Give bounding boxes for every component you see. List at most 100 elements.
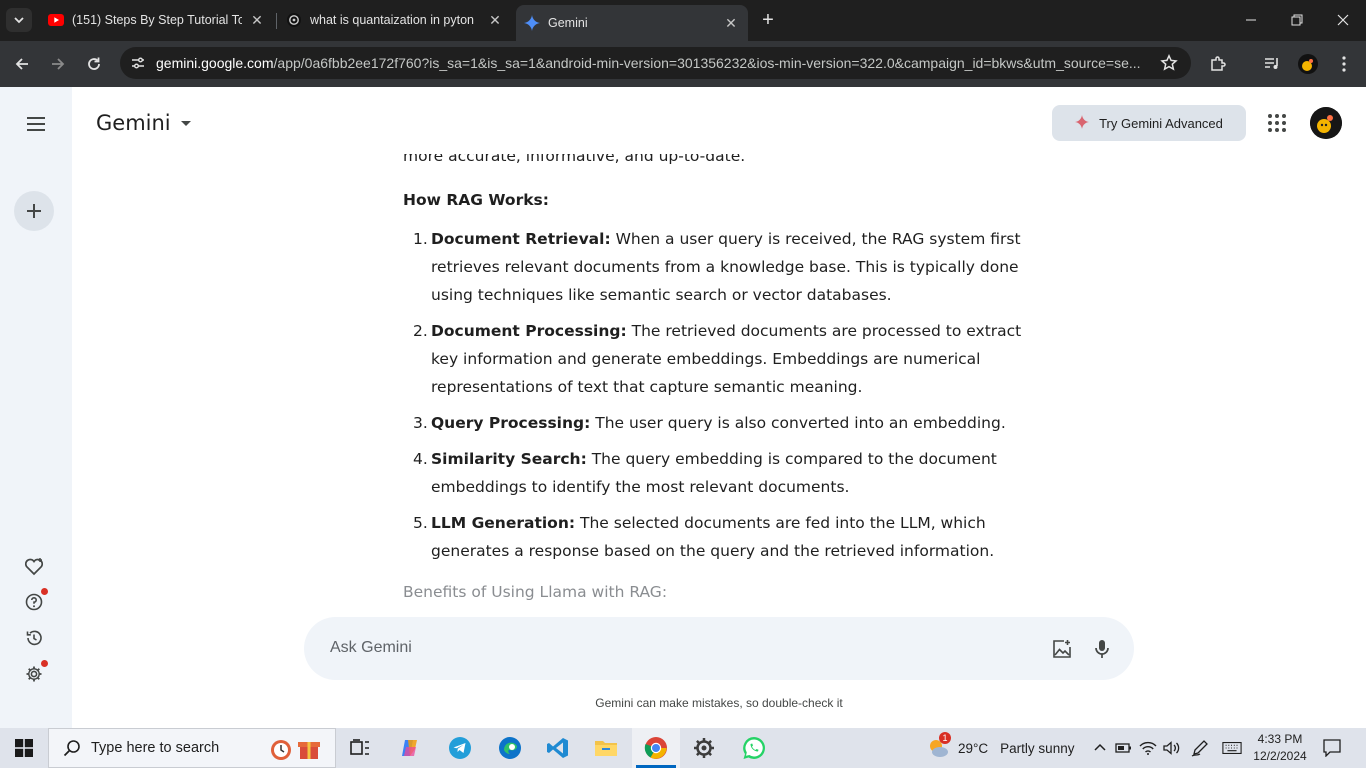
search-placeholder: Type here to search — [91, 740, 220, 756]
close-icon — [1337, 14, 1349, 26]
upload-image-button[interactable] — [1049, 636, 1075, 662]
url-path: /app/0a6fbb2ee172f760?is_sa=1&is_sa=1&an… — [273, 55, 1141, 71]
new-chat-button[interactable] — [14, 191, 54, 231]
close-window-button[interactable] — [1320, 0, 1366, 40]
step-text: The user query is also converted into an… — [590, 414, 1006, 432]
taskbar-file-explorer[interactable] — [582, 728, 630, 768]
tab-search-button[interactable] — [6, 8, 32, 32]
model-switcher[interactable]: Gemini — [96, 111, 191, 135]
chrome-icon — [644, 737, 667, 759]
copilot-icon — [402, 740, 417, 756]
taskbar-search[interactable]: Type here to search — [48, 728, 336, 768]
keyboard-icon[interactable] — [1222, 738, 1242, 758]
help-button[interactable] — [22, 588, 48, 614]
prompt-bar — [304, 617, 1134, 680]
search-icon — [63, 740, 80, 757]
weather-description: Partly sunny — [1000, 740, 1075, 756]
windows-taskbar: Type here to search 1 29°C Partly sunny — [0, 728, 1366, 768]
step-number: 1. — [413, 230, 428, 248]
disclaimer-text: Gemini can make mistakes, so double-chec… — [595, 696, 843, 710]
task-view-button[interactable] — [336, 728, 384, 768]
reload-button[interactable] — [80, 50, 108, 78]
prompt-input[interactable] — [330, 635, 1010, 661]
taskbar-settings[interactable] — [680, 728, 728, 768]
tab-title: (151) Steps By Step Tutorial To I — [72, 13, 242, 27]
taskbar-telegram[interactable] — [436, 728, 484, 768]
step-number: 3. — [413, 414, 428, 432]
list-item: 5. LLM Generation: The selected document… — [403, 509, 1043, 565]
tab-title: Gemini — [548, 16, 588, 30]
browser-menu-button[interactable] — [1330, 50, 1358, 78]
back-button[interactable] — [8, 50, 36, 78]
step-number: 5. — [413, 514, 428, 532]
step-number: 4. — [413, 450, 428, 468]
new-tab-button[interactable]: + — [756, 8, 780, 32]
step-number: 2. — [413, 322, 428, 340]
next-section-heading: Benefits of Using Llama with RAG: — [403, 583, 668, 601]
microphone-button[interactable] — [1090, 636, 1114, 662]
site-settings-icon[interactable] — [124, 49, 152, 77]
system-clock[interactable]: 4:33 PM 12/2/2024 — [1248, 731, 1312, 765]
gemini-app: Gemini Try Gemini Advanced more accurate… — [0, 87, 1366, 728]
gear-icon — [26, 666, 42, 682]
close-icon[interactable]: ✕ — [722, 14, 740, 32]
notification-dot — [41, 660, 48, 667]
tab-youtube[interactable]: (151) Steps By Step Tutorial To I ✕ — [40, 5, 274, 35]
pen-icon[interactable] — [1190, 738, 1210, 758]
vscode-icon — [547, 738, 568, 758]
main-menu-button[interactable] — [18, 106, 54, 142]
list-item: 1. Document Retrieval: When a user query… — [403, 225, 1043, 309]
restore-button[interactable] — [1274, 0, 1320, 40]
google-apps-grid-icon[interactable] — [1266, 111, 1290, 135]
extensions-button[interactable] — [1204, 50, 1232, 78]
profile-button[interactable] — [1294, 50, 1322, 78]
battery-icon[interactable] — [1114, 738, 1134, 758]
address-bar[interactable]: gemini.google.com/app/0a6fbb2ee172f760?i… — [120, 47, 1191, 79]
gem-manager-button[interactable] — [22, 555, 46, 579]
media-controls-button[interactable] — [1258, 50, 1286, 78]
show-hidden-icons-button[interactable] — [1090, 738, 1110, 758]
taskbar-copilot[interactable] — [386, 728, 434, 768]
weather-badge: 1 — [939, 732, 951, 744]
arrow-right-icon — [52, 58, 65, 70]
close-icon[interactable]: ✕ — [248, 11, 266, 29]
avatar-icon — [1310, 107, 1342, 139]
clock-time: 4:33 PM — [1257, 732, 1303, 746]
bookmark-star-icon[interactable] — [1157, 51, 1181, 75]
taskbar-edge[interactable] — [486, 728, 534, 768]
chatgpt-icon — [286, 12, 302, 28]
list-item: 4. Similarity Search: The query embeddin… — [403, 445, 1043, 501]
activity-button[interactable] — [22, 626, 46, 650]
wifi-icon[interactable] — [1138, 738, 1158, 758]
tab-gemini[interactable]: Gemini ✕ — [516, 5, 748, 41]
try-advanced-label: Try Gemini Advanced — [1099, 115, 1223, 131]
weather-temperature: 29°C — [958, 740, 989, 756]
step-label: LLM Generation: — [431, 514, 576, 532]
chevron-up-icon — [1094, 743, 1106, 751]
windows-logo-icon — [15, 739, 33, 757]
tab-separator — [276, 13, 277, 29]
notifications-button[interactable] — [1322, 738, 1342, 758]
minimize-button[interactable] — [1228, 0, 1274, 40]
close-icon[interactable]: ✕ — [486, 11, 504, 29]
try-gemini-advanced-button[interactable]: Try Gemini Advanced — [1052, 105, 1246, 141]
volume-icon[interactable] — [1162, 738, 1182, 758]
side-rail — [0, 87, 72, 728]
plus-icon: + — [762, 8, 774, 31]
hamburger-menu-icon — [27, 117, 45, 131]
account-avatar[interactable] — [1310, 107, 1342, 139]
restore-icon — [1291, 14, 1303, 26]
gem-heart-icon — [24, 558, 44, 576]
forward-button[interactable] — [44, 50, 72, 78]
start-button[interactable] — [0, 728, 48, 768]
tab-chatgpt[interactable]: what is quantaization in pyton ✕ — [278, 5, 512, 35]
arrow-left-icon — [15, 58, 28, 70]
list-item: 2. Document Processing: The retrieved do… — [403, 317, 1043, 401]
step-label: Query Processing: — [431, 414, 591, 432]
taskbar-vscode[interactable] — [534, 728, 582, 768]
weather-widget[interactable]: 1 29°C Partly sunny — [926, 728, 1074, 768]
minimize-icon — [1246, 19, 1256, 21]
taskbar-whatsapp[interactable] — [730, 728, 778, 768]
settings-button[interactable] — [22, 660, 48, 686]
taskbar-chrome[interactable] — [632, 728, 680, 768]
